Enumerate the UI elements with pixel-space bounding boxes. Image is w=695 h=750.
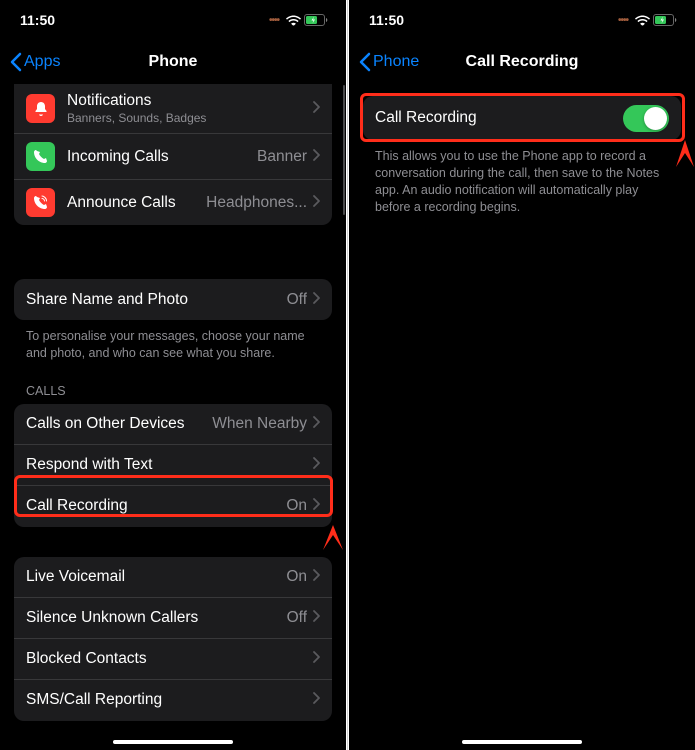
row-value: Off <box>287 609 307 627</box>
row-label: Notifications <box>67 92 313 110</box>
group-call-recording-toggle: Call Recording <box>363 96 681 140</box>
chevron-right-icon <box>313 100 320 118</box>
calls-section-header: CALLS <box>0 362 346 404</box>
row-label: Announce Calls <box>67 194 206 212</box>
share-footer-text: To personalise your messages, choose you… <box>0 320 346 362</box>
call-recording-description: This allows you to use the Phone app to … <box>349 140 695 216</box>
status-time: 11:50 <box>369 12 404 28</box>
row-value: Headphones... <box>206 194 307 212</box>
status-right: •••• <box>618 14 677 26</box>
home-indicator <box>462 740 582 744</box>
status-time: 11:50 <box>20 12 55 28</box>
row-label: SMS/Call Reporting <box>26 691 313 709</box>
chevron-right-icon <box>313 194 320 212</box>
row-label: Silence Unknown Callers <box>26 609 287 627</box>
status-right: •••• <box>269 14 328 26</box>
row-value: When Nearby <box>212 415 307 433</box>
back-label: Phone <box>373 53 419 71</box>
nav-bar: Phone Call Recording <box>349 40 695 84</box>
row-value: On <box>286 568 307 586</box>
group-more-calls: Live Voicemail On Silence Unknown Caller… <box>14 557 332 721</box>
row-label: Respond with Text <box>26 456 313 474</box>
row-announce-calls[interactable]: Announce Calls Headphones... <box>14 180 332 225</box>
recording-indicator-icon: •••• <box>269 15 279 26</box>
scroll-indicator <box>343 85 346 215</box>
nav-bar: Apps Phone <box>0 40 346 84</box>
chevron-right-icon <box>313 691 320 709</box>
row-silence-unknown-callers[interactable]: Silence Unknown Callers Off <box>14 598 332 639</box>
back-button[interactable]: Phone <box>359 52 419 72</box>
battery-icon <box>304 14 328 26</box>
status-bar: 11:50 •••• <box>0 0 346 40</box>
call-recording-screen: 11:50 •••• Phone Call Recording Call Rec… <box>349 0 695 750</box>
chevron-left-icon <box>359 52 371 72</box>
toggle-switch[interactable] <box>623 105 669 132</box>
chevron-right-icon <box>313 497 320 515</box>
row-label: Live Voicemail <box>26 568 286 586</box>
row-label: Share Name and Photo <box>26 291 287 309</box>
row-value: Banner <box>257 148 307 166</box>
back-label: Apps <box>24 53 60 71</box>
row-calls-other-devices[interactable]: Calls on Other Devices When Nearby <box>14 404 332 445</box>
row-call-recording[interactable]: Call Recording On <box>14 486 332 527</box>
row-label: Call Recording <box>26 497 286 515</box>
row-value: On <box>286 497 307 515</box>
chevron-left-icon <box>10 52 22 72</box>
bell-icon <box>26 94 55 123</box>
chevron-right-icon <box>313 415 320 433</box>
row-label: Blocked Contacts <box>26 650 313 668</box>
row-respond-with-text[interactable]: Respond with Text <box>14 445 332 486</box>
settings-content[interactable]: Notifications Banners, Sounds, Badges In… <box>0 84 346 750</box>
row-sms-call-reporting[interactable]: SMS/Call Reporting <box>14 680 332 721</box>
status-bar: 11:50 •••• <box>349 0 695 40</box>
group-notifications: Notifications Banners, Sounds, Badges In… <box>14 84 332 225</box>
row-notifications[interactable]: Notifications Banners, Sounds, Badges <box>14 84 332 134</box>
row-value: Off <box>287 291 307 309</box>
group-share: Share Name and Photo Off <box>14 279 332 320</box>
toggle-knob <box>644 107 667 130</box>
chevron-right-icon <box>313 148 320 166</box>
row-incoming-calls[interactable]: Incoming Calls Banner <box>14 134 332 180</box>
chevron-right-icon <box>313 609 320 627</box>
row-sublabel: Banners, Sounds, Badges <box>67 111 313 125</box>
phone-icon <box>26 142 55 171</box>
row-label: Calls on Other Devices <box>26 415 212 433</box>
chevron-right-icon <box>313 456 320 474</box>
row-live-voicemail[interactable]: Live Voicemail On <box>14 557 332 598</box>
wifi-icon <box>635 15 650 26</box>
row-share-name-photo[interactable]: Share Name and Photo Off <box>14 279 332 320</box>
row-call-recording-toggle[interactable]: Call Recording <box>363 96 681 140</box>
group-calls: Calls on Other Devices When Nearby Respo… <box>14 404 332 527</box>
battery-icon <box>653 14 677 26</box>
row-label: Call Recording <box>375 109 623 127</box>
row-label: Incoming Calls <box>67 148 257 166</box>
announce-icon <box>26 188 55 217</box>
chevron-right-icon <box>313 291 320 309</box>
home-indicator <box>113 740 233 744</box>
recording-indicator-icon: •••• <box>618 15 628 26</box>
chevron-right-icon <box>313 650 320 668</box>
call-recording-content: Call Recording This allows you to use th… <box>349 84 695 750</box>
row-blocked-contacts[interactable]: Blocked Contacts <box>14 639 332 680</box>
wifi-icon <box>286 15 301 26</box>
phone-settings-screen: 11:50 •••• Apps Phone Notifications Bann… <box>0 0 346 750</box>
chevron-right-icon <box>313 568 320 586</box>
back-button[interactable]: Apps <box>10 52 60 72</box>
